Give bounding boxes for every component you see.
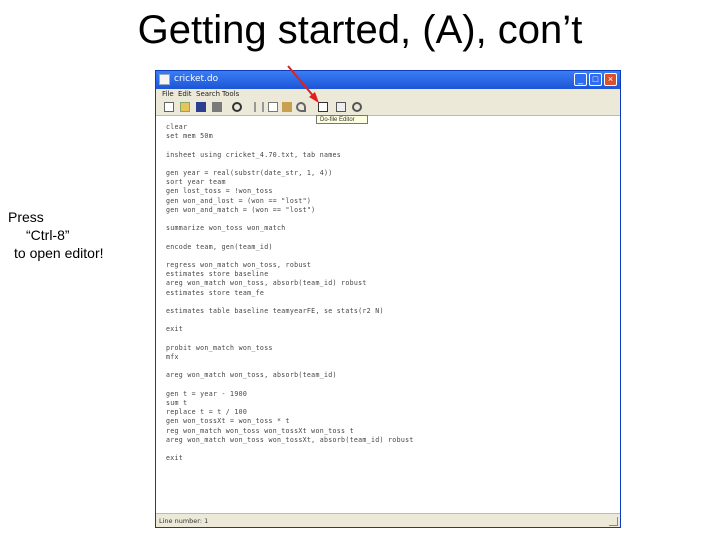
arrow-line bbox=[287, 65, 316, 99]
annotation-arrow bbox=[287, 65, 319, 103]
